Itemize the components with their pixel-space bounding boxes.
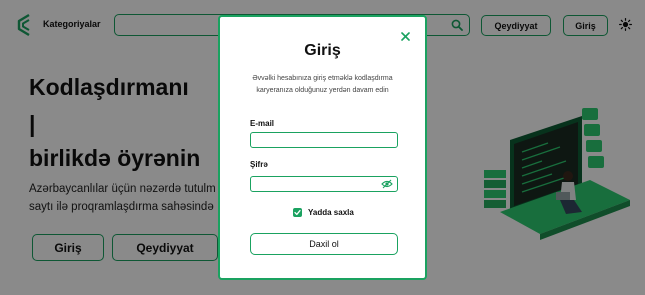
password-label: Şifrə — [250, 160, 268, 169]
email-field[interactable] — [250, 132, 398, 148]
password-field[interactable] — [250, 176, 398, 192]
remember-label: Yadda saxla — [308, 208, 354, 217]
eye-slash-icon[interactable] — [381, 179, 393, 189]
checkmark-icon — [294, 209, 301, 216]
submit-login-button[interactable]: Daxil ol — [250, 233, 398, 255]
modal-subtitle: Əvvəlki hesabınıza giriş etməklə kodlaşd… — [252, 75, 393, 94]
login-modal: Giriş Əvvəlki hesabınıza giriş etməklə k… — [218, 15, 427, 280]
close-icon[interactable] — [401, 32, 410, 41]
remember-me[interactable]: Yadda saxla — [293, 208, 354, 217]
remember-checkbox[interactable] — [293, 208, 302, 217]
email-label: E-mail — [250, 119, 275, 128]
modal-title: Giriş — [304, 42, 341, 59]
